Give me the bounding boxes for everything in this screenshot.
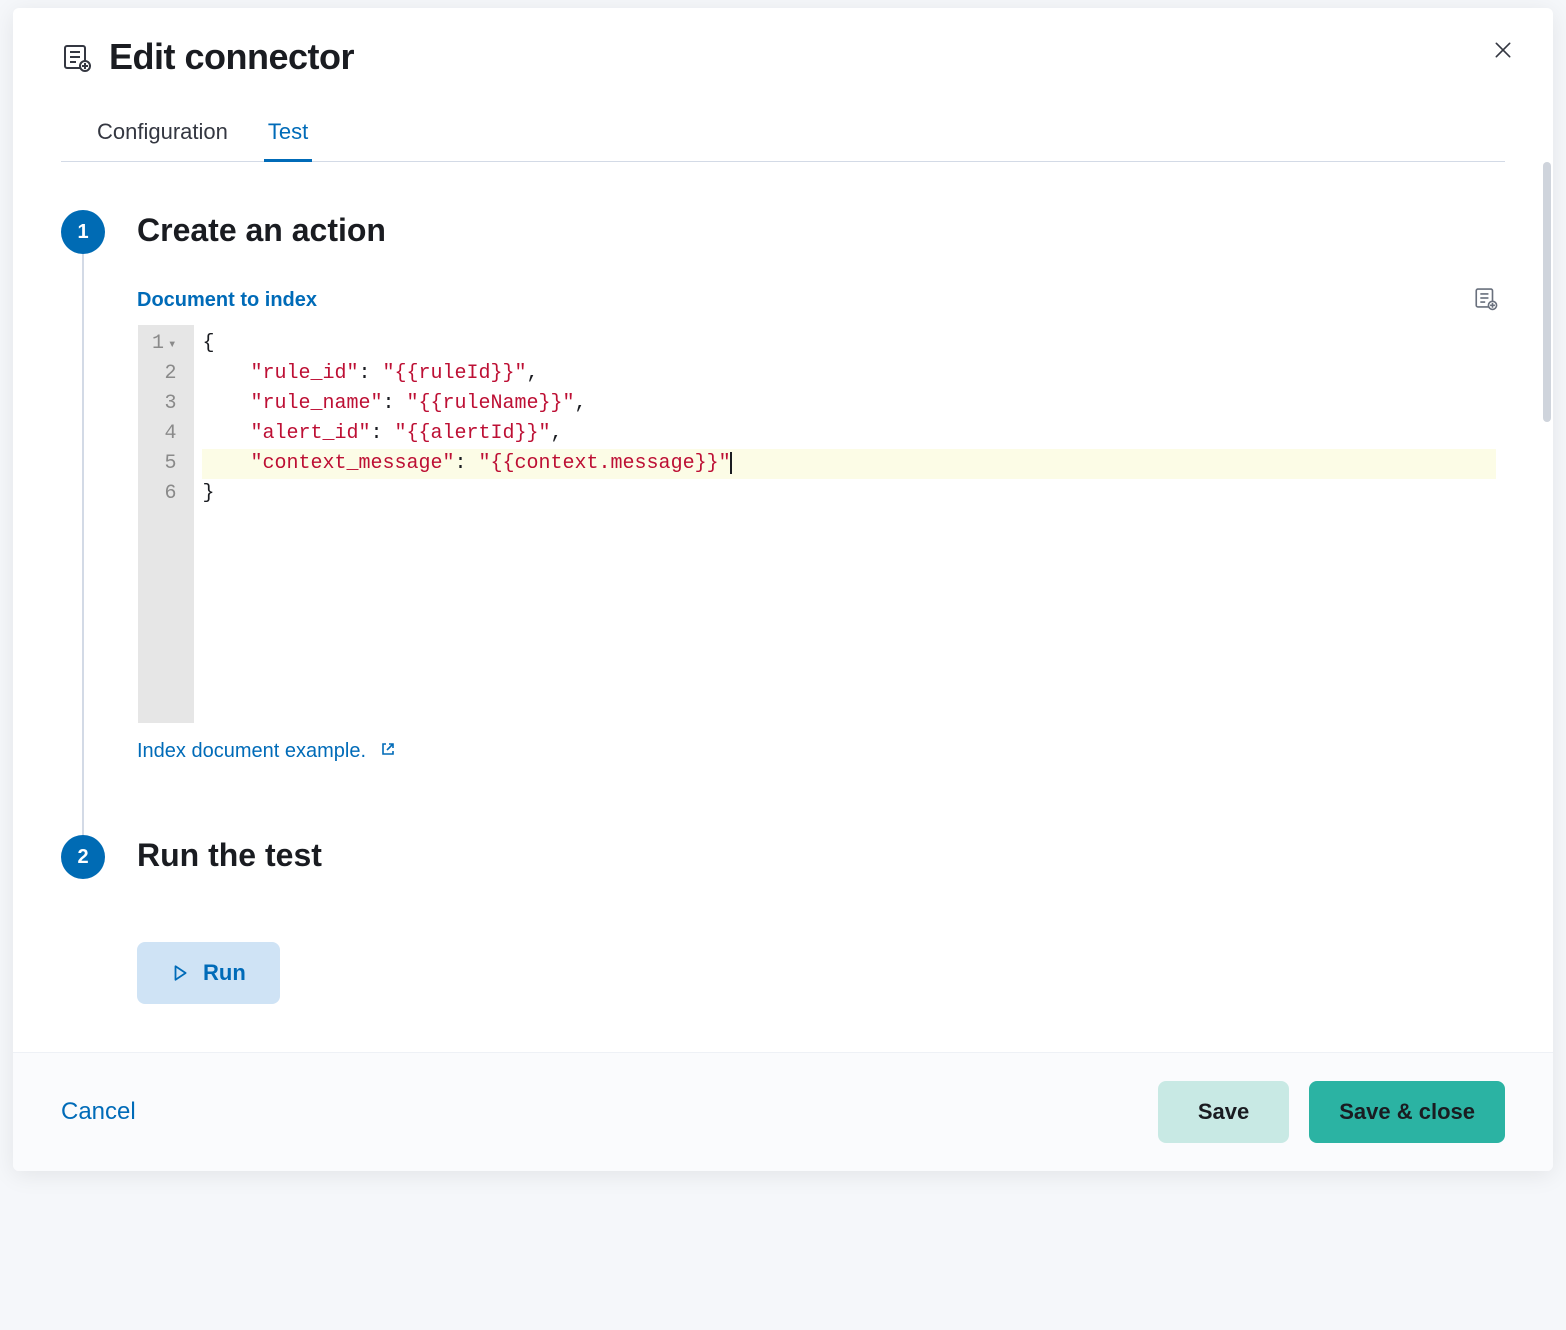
play-icon bbox=[171, 964, 189, 982]
add-variable-button[interactable] bbox=[1473, 285, 1499, 311]
index-document-example-link[interactable]: Index document example. bbox=[137, 740, 396, 762]
scrollbar-thumb[interactable] bbox=[1543, 162, 1551, 422]
close-button[interactable] bbox=[1489, 36, 1517, 64]
step-number-1: 1 bbox=[61, 210, 105, 254]
step-connector-line bbox=[82, 254, 84, 835]
run-button[interactable]: Run bbox=[137, 942, 280, 1004]
code-content[interactable]: { "rule_id": "{{ruleId}}", "rule_name": … bbox=[194, 325, 1504, 723]
tab-test[interactable]: Test bbox=[264, 107, 312, 162]
flyout-body: 1 Create an action bbox=[13, 162, 1553, 1052]
step-title-1: Create an action bbox=[137, 212, 1505, 249]
flyout-header: Edit connector Configuration Test bbox=[13, 8, 1553, 162]
save-and-close-button[interactable]: Save & close bbox=[1309, 1081, 1505, 1143]
step-title-2: Run the test bbox=[137, 837, 1505, 874]
help-link-row: Index document example. bbox=[137, 740, 1505, 763]
help-link-text: Index document example. bbox=[137, 740, 366, 762]
tab-configuration[interactable]: Configuration bbox=[93, 107, 232, 162]
tabs: Configuration Test bbox=[61, 106, 1505, 162]
code-editor[interactable]: 1▾23456 { "rule_id": "{{ruleId}}", "rule… bbox=[137, 324, 1505, 724]
flyout-footer: Cancel Save Save & close bbox=[13, 1052, 1553, 1171]
step-run-test: 2 Run the test Run bbox=[61, 835, 1505, 1004]
step-create-action: 1 Create an action bbox=[61, 210, 1505, 763]
close-icon bbox=[1493, 40, 1513, 60]
page-title: Edit connector bbox=[109, 36, 354, 78]
document-to-index-label: Document to index bbox=[137, 289, 1505, 312]
cancel-button[interactable]: Cancel bbox=[61, 1098, 136, 1126]
code-gutter: 1▾23456 bbox=[138, 325, 194, 723]
edit-connector-flyout: Edit connector Configuration Test 1 Crea… bbox=[13, 8, 1553, 1171]
save-button[interactable]: Save bbox=[1158, 1081, 1289, 1143]
external-link-icon bbox=[380, 740, 396, 763]
run-button-label: Run bbox=[203, 960, 246, 986]
step-number-2: 2 bbox=[61, 835, 105, 879]
connector-icon bbox=[61, 41, 93, 73]
document-editor-section: Document to index 1▾23456 { "rule_id": "… bbox=[137, 289, 1505, 763]
